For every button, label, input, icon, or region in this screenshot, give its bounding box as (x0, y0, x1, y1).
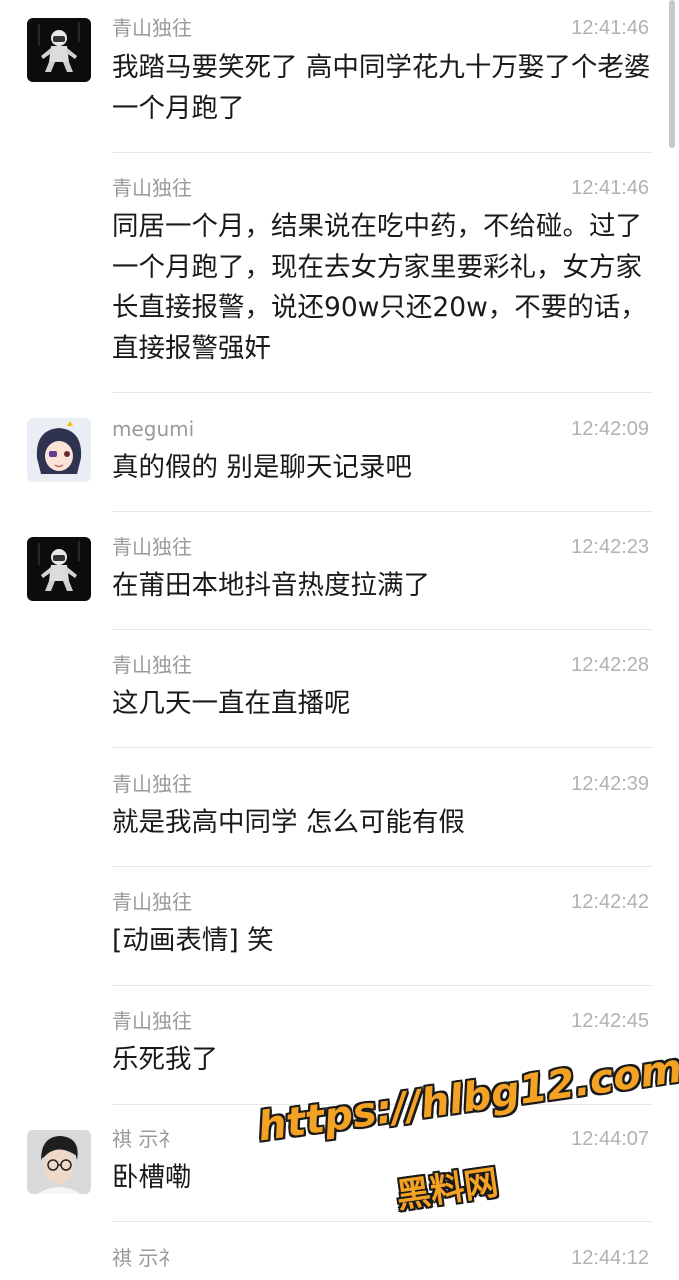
scrollbar[interactable] (669, 0, 675, 148)
anime-girl-avatar[interactable] (27, 418, 91, 482)
message-text: 我踏马要笑死了 高中同学花九十万娶了个老婆 一个月跑了 (112, 52, 651, 124)
sender-name: 祺 示礻 (112, 1246, 179, 1270)
divider (112, 629, 652, 630)
sender-name: 青山独往 (112, 1009, 192, 1033)
divider (112, 985, 652, 986)
message-text: 真的假的 别是聊天记录吧 (112, 452, 412, 483)
message-time: 12:44:07 (571, 1128, 649, 1150)
divider (112, 1221, 652, 1222)
message-text: 卧槽嘞 (112, 1162, 192, 1193)
young-man-avatar[interactable] (27, 1130, 91, 1194)
message-text: 同居一个月，结果说在吃中药，不给碰。过了一个月跑了，现在去女方家里要彩礼，女方家… (112, 211, 647, 364)
divider (112, 392, 652, 393)
astronaut-avatar[interactable] (27, 18, 91, 82)
chat-history-list[interactable]: 青山独往 12:41:46 我踏马要笑死了 高中同学花九十万娶了个老婆 一个月跑… (0, 0, 679, 1280)
sender-name: 祺 示礻 (112, 1127, 179, 1151)
message-time: 12:42:45 (571, 1010, 649, 1032)
sender-name: 青山独往 (112, 653, 192, 677)
divider (112, 866, 652, 867)
message-time: 12:42:09 (571, 418, 649, 440)
message-text: 这几天一直在直播呢 (112, 688, 351, 719)
message-text: 就是我高中同学 怎么可能有假 (112, 807, 465, 838)
message-time: 12:42:39 (571, 773, 649, 795)
divider (112, 747, 652, 748)
message-time: 12:41:46 (571, 17, 649, 39)
message-text: [动画表情] 笑 (112, 925, 274, 956)
sender-name: 青山独往 (112, 176, 192, 200)
sender-name: 青山独往 (112, 772, 192, 796)
divider (112, 511, 652, 512)
message-time: 12:42:28 (571, 654, 649, 676)
sender-name: 青山独往 (112, 16, 192, 40)
message-time: 12:44:12 (571, 1247, 649, 1269)
message-text: 在莆田本地抖音热度拉满了 (112, 570, 430, 601)
message-time: 12:42:23 (571, 536, 649, 558)
sender-name: 青山独往 (112, 890, 192, 914)
astronaut-avatar[interactable] (27, 537, 91, 601)
message-text: 乐死我了 (112, 1044, 218, 1075)
divider (112, 152, 652, 153)
sender-name: 青山独往 (112, 535, 192, 559)
message-time: 12:41:46 (571, 177, 649, 199)
sender-name: megumi (112, 417, 195, 441)
message-time: 12:42:42 (571, 891, 649, 913)
divider (112, 1104, 652, 1105)
